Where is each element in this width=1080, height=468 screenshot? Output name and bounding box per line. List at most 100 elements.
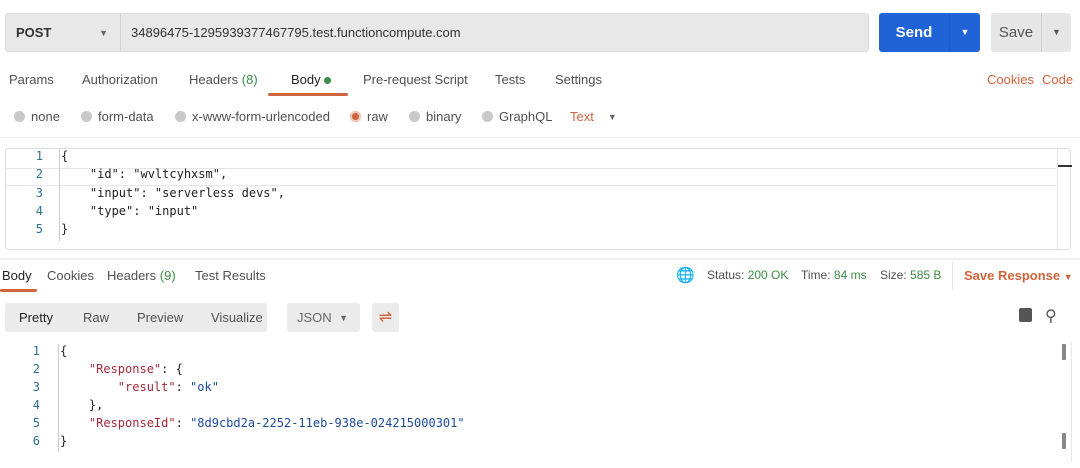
code-line: "id": "wvltcyhxsm", — [61, 167, 227, 181]
code-line: "type": "input" — [61, 204, 198, 218]
headers-count: (8) — [241, 72, 258, 87]
tab-body-label: Body — [291, 72, 321, 87]
status-value: 200 OK — [747, 268, 789, 282]
radio-icon — [409, 111, 420, 122]
tab-settings[interactable]: Settings — [555, 72, 602, 87]
view-raw[interactable]: Raw — [83, 310, 109, 325]
tab-headers[interactable]: Headers (8) — [189, 72, 258, 87]
radio-label: binary — [426, 109, 462, 124]
request-body-editor[interactable]: 1{2 "id": "wvltcyhxsm", 3 "input": "serve… — [5, 148, 1072, 250]
json-key: "Response" — [88, 362, 162, 376]
status-info: Status: 200 OK — [707, 268, 788, 282]
tab-authorization[interactable]: Authorization — [82, 72, 158, 87]
response-tab-cookies[interactable]: Cookies — [47, 268, 94, 283]
method-label: POST — [16, 25, 52, 40]
divider — [952, 262, 953, 290]
copy-icon[interactable] — [1019, 308, 1032, 322]
save-response-button[interactable]: Save Response ▼ — [964, 268, 1073, 283]
active-response-tab-indicator — [0, 289, 37, 292]
response-headers-count: (9) — [159, 268, 176, 283]
line-number: 2 — [32, 362, 40, 376]
chevron-down-icon: ▼ — [1063, 272, 1073, 282]
response-tab-body[interactable]: Body — [2, 268, 32, 283]
url-input[interactable]: 34896475-1295939377467795.test.functionc… — [121, 25, 461, 40]
line-number: 4 — [32, 398, 40, 412]
method-select[interactable]: POST ▼ — [6, 14, 121, 51]
chevron-down-icon: ▼ — [339, 312, 348, 323]
view-pretty[interactable]: Pretty — [19, 310, 53, 325]
tab-pre-request-script[interactable]: Pre-request Script — [363, 72, 468, 87]
radio-none[interactable]: none — [14, 109, 60, 124]
response-tab-test-results[interactable]: Test Results — [195, 268, 266, 283]
radio-label: x-www-form-urlencoded — [192, 109, 330, 124]
json-string: "ok" — [190, 380, 219, 394]
radio-graphql[interactable]: GraphQL — [482, 109, 552, 124]
radio-label: raw — [367, 109, 388, 124]
line-number: 1 — [32, 344, 40, 358]
wrap-lines-icon[interactable]: ⇌ — [372, 303, 399, 332]
response-format-label: JSON — [297, 310, 332, 325]
view-preview[interactable]: Preview — [137, 310, 183, 325]
bracket-guide — [58, 344, 63, 452]
response-scrollbar-track[interactable] — [1071, 342, 1072, 462]
code-link[interactable]: Code — [1042, 72, 1073, 87]
code-line: }, — [60, 398, 103, 412]
line-number: 1 — [35, 149, 43, 163]
code-token: : { — [161, 362, 183, 376]
tab-tests[interactable]: Tests — [495, 72, 525, 87]
save-options-chevron-icon[interactable]: ▼ — [1041, 13, 1071, 52]
radio-urlencoded[interactable]: x-www-form-urlencoded — [175, 109, 330, 124]
body-indicator-dot — [324, 77, 332, 85]
radio-icon — [175, 111, 186, 122]
divider — [0, 258, 1080, 260]
radio-form-data[interactable]: form-data — [81, 109, 154, 124]
radio-icon — [482, 111, 493, 122]
chevron-down-icon: ▼ — [607, 111, 617, 122]
size-value: 585 B — [910, 268, 942, 282]
response-format-select[interactable]: JSON ▼ — [287, 303, 360, 332]
raw-format-select[interactable]: Text ▼ — [570, 109, 617, 124]
send-options-chevron-icon[interactable]: ▼ — [949, 13, 980, 52]
view-visualize[interactable]: Visualize — [211, 310, 263, 325]
radio-binary[interactable]: binary — [409, 109, 461, 124]
search-icon[interactable]: ⚲ — [1045, 306, 1057, 326]
radio-label: form-data — [98, 109, 154, 124]
view-mode-segmented: Pretty Raw Preview Visualize — [5, 303, 267, 332]
radio-label: GraphQL — [499, 109, 553, 124]
radio-raw[interactable]: raw — [350, 109, 388, 124]
radio-label: none — [31, 109, 60, 124]
send-label: Send — [895, 24, 933, 41]
size-info: Size: 585 B — [880, 268, 941, 282]
editor-scrollbar-track[interactable] — [1057, 149, 1058, 249]
save-response-label: Save Response — [964, 268, 1061, 283]
bracket-guide — [59, 149, 64, 241]
code-token: : — [175, 380, 191, 394]
code-line: "Response": { — [60, 362, 183, 376]
json-key: "result" — [117, 380, 176, 394]
response-scrollbar-thumb[interactable] — [1062, 433, 1066, 449]
tab-params[interactable]: Params — [9, 72, 54, 87]
time-label: Time: — [801, 268, 831, 282]
code-token: "type": "input" — [61, 203, 199, 218]
send-button[interactable]: Send ▼ — [879, 13, 980, 52]
response-tab-headers[interactable]: Headers (9) — [107, 268, 176, 283]
url-bar: POST ▼ 34896475-1295939377467795.test.fun… — [5, 13, 869, 52]
globe-icon[interactable]: 🌐 — [676, 266, 695, 284]
cookies-link[interactable]: Cookies — [987, 72, 1034, 87]
line-number: 2 — [35, 167, 43, 182]
response-tabs: Body Cookies Headers (9) Test Results 🌐 … — [0, 262, 1080, 290]
code-token: }, — [60, 398, 104, 412]
tab-body[interactable]: Body — [291, 72, 332, 87]
response-scrollbar-thumb[interactable] — [1062, 344, 1066, 360]
line-number: 3 — [32, 380, 40, 394]
time-value: 84 ms — [833, 268, 867, 282]
request-tabs: Params Authorization Headers (8) Body Pr… — [0, 72, 1080, 92]
editor-scrollbar-thumb[interactable] — [1058, 165, 1072, 167]
code-line: "result": "ok" — [60, 380, 219, 394]
save-button[interactable]: Save ▼ — [991, 13, 1071, 52]
tab-headers-label: Headers — [189, 72, 239, 87]
line-number: 5 — [35, 222, 43, 237]
time-info: Time: 84 ms — [801, 268, 867, 282]
